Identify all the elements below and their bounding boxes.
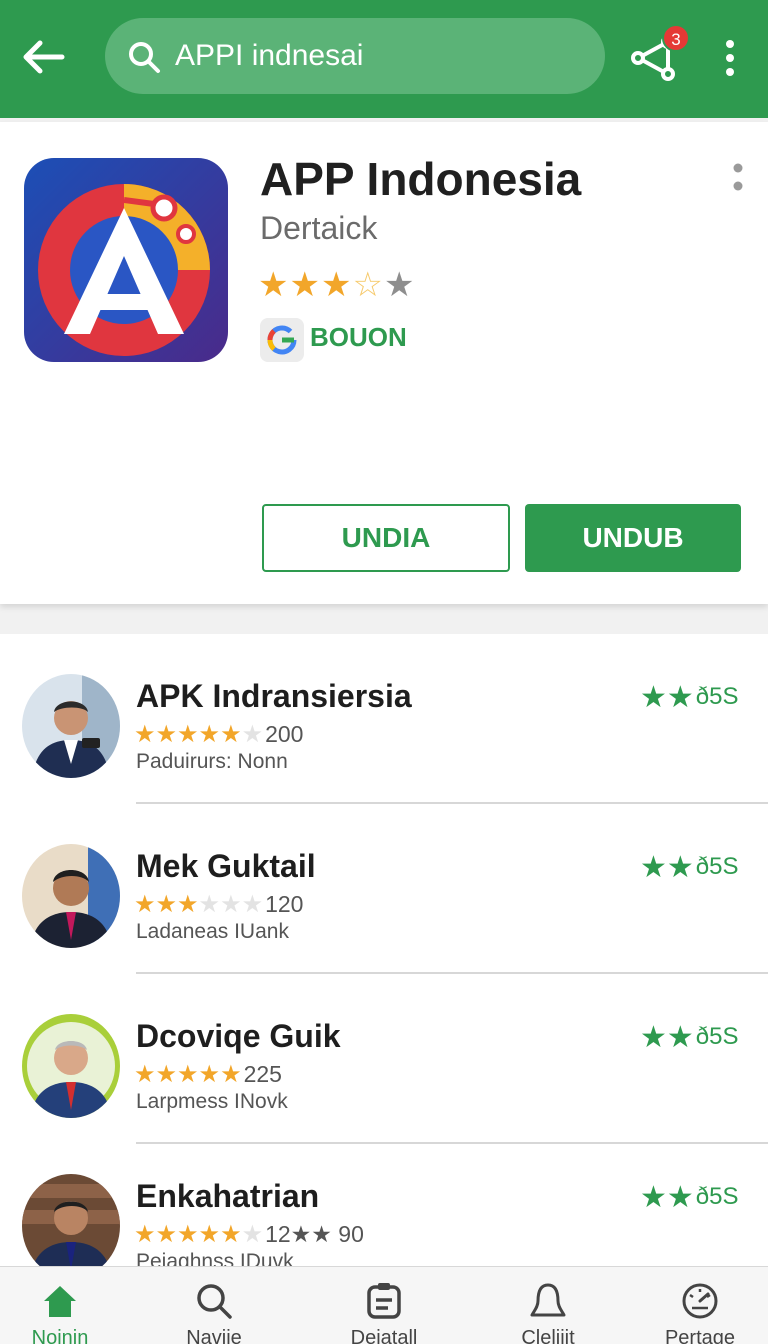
item-score: ★★ð5S (640, 1180, 739, 1215)
nav-item-dashboard[interactable]: Pertage (640, 1267, 760, 1344)
star-empty-icon: ★ (241, 1221, 264, 1248)
item-rating: ★★★★★★120 (134, 890, 303, 919)
list-item[interactable]: APK Indransiersia ★★★★★★200 Paduirurs: N… (0, 634, 768, 804)
secondary-action-button[interactable]: UNDIA (262, 504, 510, 572)
avatar (22, 1014, 120, 1118)
search-field[interactable]: APPI indnesai (105, 18, 605, 94)
item-score-label: ð5S (695, 1023, 739, 1050)
star-empty-icon: ★ (383, 266, 416, 304)
nav-label: Pertage (664, 1327, 736, 1344)
nav-label: Noinin (31, 1327, 89, 1344)
half-star-icon: ☆ (352, 266, 384, 304)
developer-name[interactable]: Dertaick (260, 210, 377, 247)
home-icon (44, 1286, 76, 1317)
nav-label: Navjie (186, 1327, 242, 1344)
rating-count: 12★★ 90 (265, 1221, 364, 1247)
related-apps-list: APK Indransiersia ★★★★★★200 Paduirurs: N… (0, 634, 768, 1294)
star-icon: ★★ (640, 1021, 694, 1054)
item-score-label: ð5S (695, 1183, 739, 1210)
star-empty-icon: ★★★ (198, 891, 264, 918)
star-icon: ★★ (640, 1181, 694, 1214)
search-icon (197, 1284, 232, 1319)
nav-item-home[interactable]: Noinin (0, 1267, 120, 1344)
notification-badge: 3 (662, 24, 690, 52)
publisher-badge-label: BOUON (310, 322, 407, 352)
star-empty-icon: ★ (241, 721, 264, 748)
bottom-navigation: Noinin Navjie Dejatall Clelijit Pertage (0, 1266, 768, 1344)
app-details-card: APP Indonesia Dertaick ★★★☆★ BOUON UNDIA… (0, 122, 768, 604)
gauge-icon (682, 1283, 718, 1319)
more-vertical-icon[interactable] (718, 38, 742, 78)
more-vertical-icon[interactable] (726, 160, 750, 200)
app-title: APP Indonesia (260, 153, 582, 205)
star-icon: ★ (289, 266, 321, 304)
bell-icon (530, 1283, 566, 1317)
item-rating: ★★★★★★12★★ 90 (134, 1220, 364, 1249)
star-icon: ★★★ (134, 891, 199, 918)
rating-count: 200 (265, 721, 304, 747)
star-icon: ★★★★★ (134, 1061, 242, 1088)
clipboard-icon (367, 1283, 401, 1319)
app-logo-icon (24, 158, 228, 362)
item-rating: ★★★★★★200 (134, 720, 303, 749)
back-arrow-icon[interactable] (18, 32, 68, 82)
nav-item-details[interactable]: Dejatall (324, 1267, 444, 1344)
nav-item-notifications[interactable]: Clelijit (488, 1267, 608, 1344)
star-icon: ★ (320, 266, 353, 304)
item-subtitle: Larpmess INovk (136, 1090, 288, 1113)
top-app-bar: APPI indnesai 3 (0, 0, 768, 118)
search-query: APPI indnesai (175, 39, 364, 72)
avatar (22, 674, 120, 778)
star-icon: ★★ (640, 851, 694, 884)
star-icon: ★★★★★ (134, 721, 242, 748)
rating-count: 225 (243, 1061, 282, 1087)
item-score-label: ð5S (695, 853, 739, 880)
item-rating: ★★★★★225 (134, 1060, 282, 1089)
star-icon: ★ (258, 266, 290, 304)
download-button[interactable]: UNDUB (525, 504, 741, 572)
star-icon: ★★ (640, 681, 694, 714)
item-title: Dcoviqe Guik (136, 1018, 341, 1054)
publisher-logo-icon (260, 318, 304, 362)
avatar (22, 1174, 120, 1278)
item-score-label: ð5S (695, 683, 739, 710)
star-icon: ★★★★★ (134, 1221, 242, 1248)
nav-label: Clelijit (521, 1327, 575, 1344)
search-icon (129, 42, 160, 73)
item-title: Enkahatrian (136, 1178, 320, 1214)
nav-label: Dejatall (350, 1327, 418, 1344)
nav-item-search[interactable]: Navjie (154, 1267, 274, 1344)
item-title: APK Indransiersia (136, 678, 412, 714)
app-rating-stars: ★★★☆★ (258, 265, 415, 305)
item-score: ★★ð5S (640, 680, 739, 715)
item-subtitle: Ladaneas IUank (136, 920, 289, 943)
avatar (22, 844, 120, 948)
list-item[interactable]: Dcoviqe Guik ★★★★★225 Larpmess INovk ★★ð… (0, 974, 768, 1144)
item-subtitle: Paduirurs: Nonn (136, 750, 288, 773)
list-item[interactable]: Mek Guktail ★★★★★★120 Ladaneas IUank ★★ð… (0, 804, 768, 974)
item-title: Mek Guktail (136, 848, 316, 884)
item-score: ★★ð5S (640, 850, 739, 885)
rating-count: 120 (265, 891, 304, 917)
item-score: ★★ð5S (640, 1020, 739, 1055)
